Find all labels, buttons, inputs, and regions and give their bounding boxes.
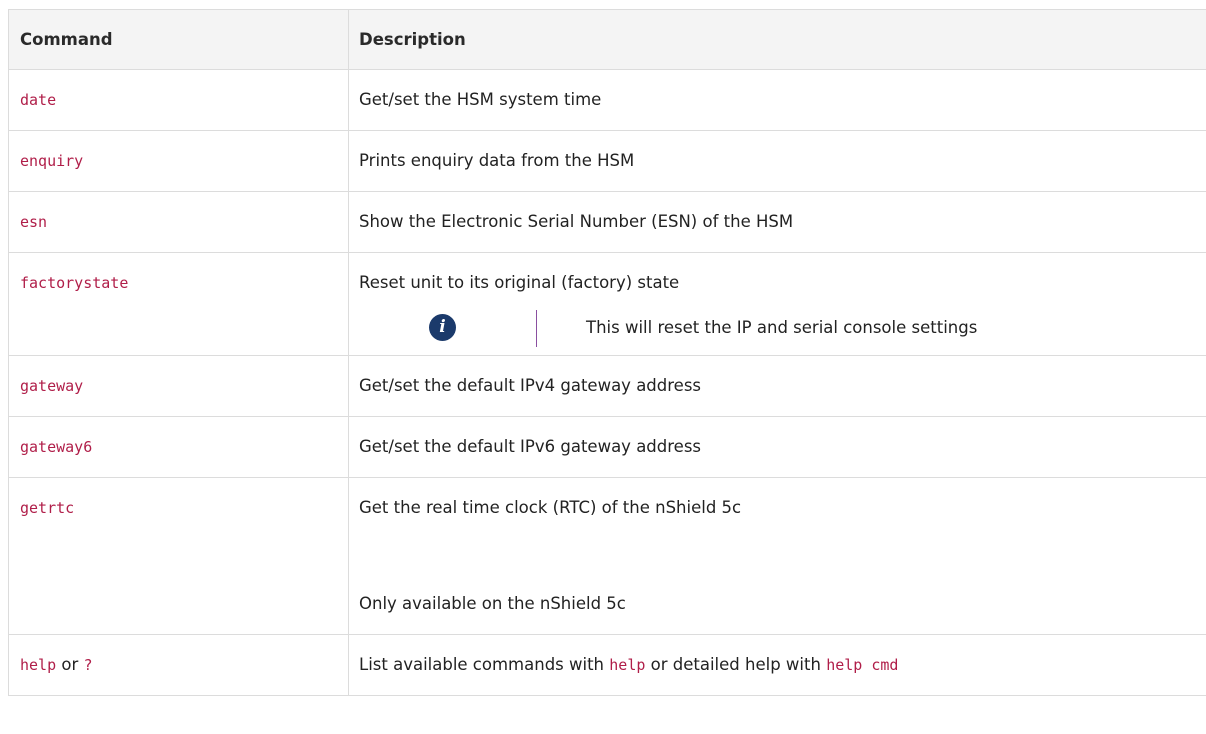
command-cell: enquiry [8, 130, 349, 192]
inline-code-help: help [609, 656, 646, 674]
commands-table: Command Description date Get/set the HSM… [8, 9, 1206, 696]
description-text: List available commands with [359, 655, 605, 674]
column-header-command: Command [8, 9, 349, 70]
note-divider [536, 310, 537, 347]
description-extra-text: Only available on the nShield 5c [359, 594, 626, 613]
description-cell: Reset unit to its original (factory) sta… [348, 252, 1206, 356]
table-row: getrtc Get the real time clock (RTC) of … [8, 477, 1206, 635]
description-cell: Get/set the default IPv6 gateway address [348, 416, 1206, 478]
command-cell: help or ? [8, 634, 349, 696]
table-row: date Get/set the HSM system time [8, 69, 1206, 131]
description-text: or detailed help with [650, 655, 821, 674]
description-text: Get/set the HSM system time [359, 90, 602, 109]
command-code: enquiry [20, 152, 84, 170]
table-row: help or ? List available commands with h… [8, 634, 1206, 696]
command-or-text: or [61, 655, 79, 674]
description-cell: Get the real time clock (RTC) of the nSh… [348, 477, 1206, 635]
description-cell: Show the Electronic Serial Number (ESN) … [348, 191, 1206, 253]
command-code: esn [20, 213, 48, 231]
column-header-description: Description [348, 9, 1206, 70]
table-row: gateway6 Get/set the default IPv6 gatewa… [8, 416, 1206, 478]
command-code: factorystate [20, 274, 129, 292]
command-cell: gateway [8, 355, 349, 417]
command-code: getrtc [20, 499, 75, 517]
table-row: factorystate Reset unit to its original … [8, 252, 1206, 356]
command-alt-code: ? [83, 656, 93, 674]
command-cell: getrtc [8, 477, 349, 635]
command-code: help [20, 656, 57, 674]
description-cell: Get/set the HSM system time [348, 69, 1206, 131]
table-row: enquiry Prints enquiry data from the HSM [8, 130, 1206, 192]
info-icon: i [429, 314, 456, 341]
description-text: Get the real time clock (RTC) of the nSh… [359, 498, 742, 517]
description-text: Reset unit to its original (factory) sta… [359, 273, 680, 292]
description-text: Prints enquiry data from the HSM [359, 151, 635, 170]
description-text: Get/set the default IPv4 gateway address [359, 376, 702, 395]
description-text: Get/set the default IPv6 gateway address [359, 437, 702, 456]
table-header-row: Command Description [8, 9, 1206, 70]
command-cell: factorystate [8, 252, 349, 356]
inline-code-help-cmd: help cmd [826, 656, 899, 674]
note-admonition: i This will reset the IP and serial cons… [359, 310, 1206, 355]
command-cell: date [8, 69, 349, 131]
note-text: This will reset the IP and serial consol… [586, 318, 978, 337]
description-text: Show the Electronic Serial Number (ESN) … [359, 212, 794, 231]
description-cell: List available commands with help or det… [348, 634, 1206, 696]
command-code: date [20, 91, 57, 109]
table-row: gateway Get/set the default IPv4 gateway… [8, 355, 1206, 417]
description-cell: Prints enquiry data from the HSM [348, 130, 1206, 192]
command-code: gateway [20, 377, 84, 395]
command-cell: gateway6 [8, 416, 349, 478]
command-code: gateway6 [20, 438, 93, 456]
table-row: esn Show the Electronic Serial Number (E… [8, 191, 1206, 253]
command-cell: esn [8, 191, 349, 253]
description-cell: Get/set the default IPv4 gateway address [348, 355, 1206, 417]
